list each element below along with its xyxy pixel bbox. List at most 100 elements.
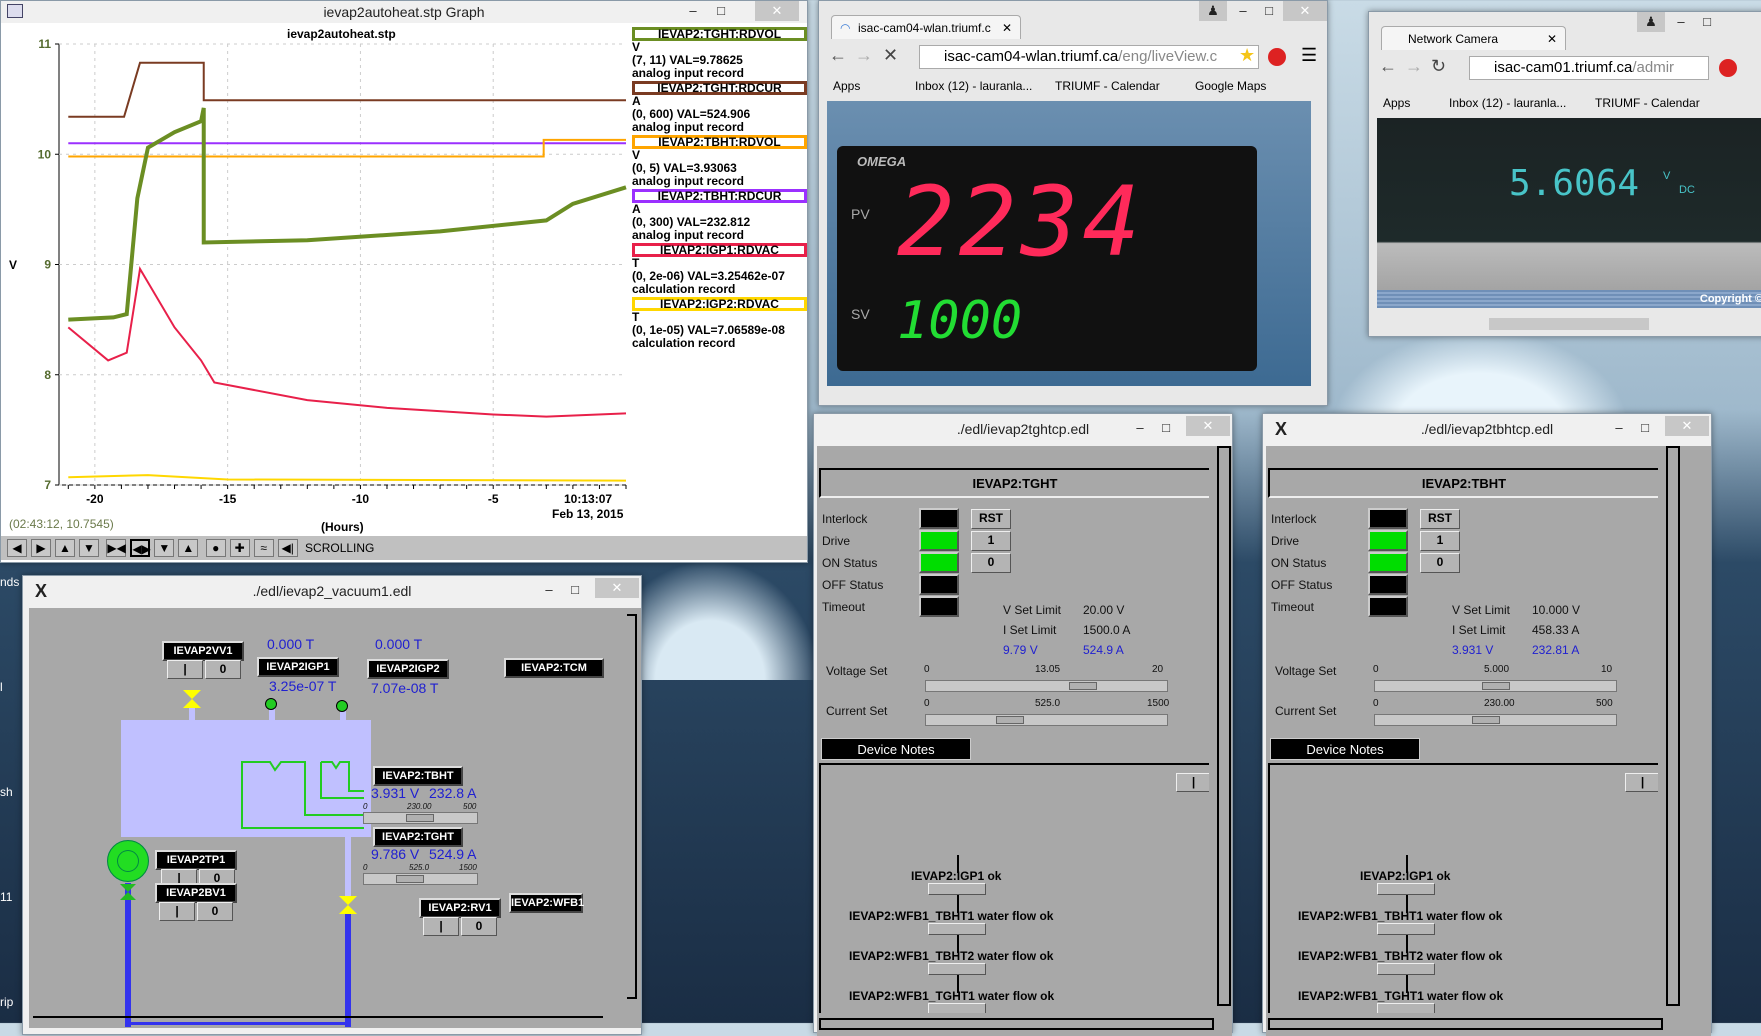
legend-entry[interactable]: IEVAP2:TBHT:RDCUR A (0, 300) VAL=232.812…	[632, 189, 807, 242]
vertical-scrollbar[interactable]	[1217, 446, 1231, 1006]
slider-thumb[interactable]	[1481, 682, 1510, 690]
bookmark-apps[interactable]: Apps	[833, 79, 860, 93]
address-bar[interactable]: isac-cam04-wlan.triumf.ca/eng/liveView.c	[919, 45, 1259, 69]
scroll-up-button[interactable]: ▲	[55, 539, 75, 557]
minimize-button[interactable]: –	[1605, 418, 1633, 438]
adblock-icon[interactable]	[1719, 59, 1737, 77]
back-icon[interactable]: ←	[829, 45, 847, 66]
refresh-button[interactable]: ≈	[253, 539, 274, 557]
legend-entry[interactable]: IEVAP2:TBHT:RDVOL V (0, 5) VAL=3.93063 a…	[632, 135, 807, 188]
notes-toggle-button[interactable]: |	[1625, 773, 1658, 792]
horizontal-scrollbar[interactable]	[33, 1016, 603, 1026]
maximize-button[interactable]: □	[561, 580, 589, 600]
valve-rv1-icon[interactable]	[339, 896, 357, 914]
bv1-open-button[interactable]: |	[159, 902, 195, 921]
legend-swatch[interactable]: IEVAP2:TBHT:RDVOL	[632, 135, 807, 149]
reset-button[interactable]: RST	[1420, 509, 1460, 529]
slider-thumb[interactable]	[1069, 682, 1098, 690]
drive-on-button[interactable]: 1	[971, 531, 1011, 551]
browser-tab[interactable]: Network Camera ✕	[1381, 26, 1566, 50]
horizontal-scrollbar[interactable]	[1268, 1018, 1663, 1030]
voltage-set-slider[interactable]	[925, 680, 1168, 692]
minimize-button[interactable]: –	[679, 1, 707, 21]
maximize-button[interactable]: □	[707, 1, 735, 21]
legend-swatch[interactable]: IEVAP2:TGHT:RDVOL	[632, 27, 807, 41]
slider-thumb[interactable]	[406, 814, 434, 822]
note-button[interactable]	[928, 963, 986, 975]
note-button[interactable]	[1377, 883, 1435, 895]
device-notes-button[interactable]: Device Notes	[1270, 738, 1420, 760]
forward-icon[interactable]: →	[1405, 56, 1423, 77]
valve-vv1-icon[interactable]	[183, 690, 201, 708]
legend-swatch[interactable]: IEVAP2:IGP1:RDVAC	[632, 243, 807, 257]
close-button[interactable]: ✕	[755, 1, 799, 21]
minimize-button[interactable]: –	[535, 580, 563, 600]
profile-button[interactable]: ♟	[1199, 1, 1227, 21]
close-button[interactable]: ✕	[1283, 1, 1327, 21]
back-icon[interactable]: ←	[1379, 56, 1397, 77]
pump-tp1-icon[interactable]	[107, 840, 149, 882]
note-button[interactable]	[928, 883, 986, 895]
horizontal-scrollbar[interactable]	[1489, 318, 1649, 330]
slider-thumb[interactable]	[996, 716, 1025, 724]
scroll-down-button[interactable]: ▼	[79, 539, 99, 557]
rv1-open-button[interactable]: |	[423, 917, 459, 936]
reset-button[interactable]: RST	[971, 509, 1011, 529]
profile-button[interactable]: ♟	[1637, 12, 1665, 32]
close-button[interactable]: ✕	[1186, 416, 1230, 436]
current-set-slider[interactable]	[1374, 714, 1617, 726]
address-bar[interactable]: isac-cam01.triumf.ca/admir	[1469, 56, 1709, 80]
drive-off-button[interactable]: 0	[1420, 553, 1460, 573]
tbht-slider[interactable]	[363, 812, 478, 824]
zoom-in-y-button[interactable]: ▼	[154, 539, 175, 557]
vv1-open-button[interactable]: |	[167, 660, 203, 679]
close-button[interactable]: ✕	[1665, 416, 1709, 436]
current-set-slider[interactable]	[925, 714, 1168, 726]
legend-entry[interactable]: IEVAP2:IGP2:RDVAC T (0, 1e-05) VAL=7.065…	[632, 297, 807, 350]
zoom-out-x-button[interactable]: ◀▶	[130, 539, 151, 557]
vertical-scrollbar[interactable]	[1666, 446, 1680, 1006]
vertical-scrollbar[interactable]	[627, 614, 637, 999]
zoom-out-y-button[interactable]: ▲	[178, 539, 199, 557]
legend-entry[interactable]: IEVAP2:TGHT:RDVOL V (7, 11) VAL=9.78625 …	[632, 27, 807, 80]
bookmark-apps[interactable]: Apps	[1383, 96, 1410, 110]
reload-icon[interactable]: ↻	[1431, 56, 1446, 77]
legend-swatch[interactable]: IEVAP2:TBHT:RDCUR	[632, 189, 807, 203]
note-button[interactable]	[1377, 1003, 1435, 1013]
horizontal-scrollbar[interactable]	[819, 1018, 1214, 1030]
legend-swatch[interactable]: IEVAP2:TGHT:RDCUR	[632, 81, 807, 95]
star-icon[interactable]: ★	[1239, 45, 1255, 66]
zoom-in-x-button[interactable]: ▶◀	[106, 539, 127, 557]
legend-entry[interactable]: IEVAP2:TGHT:RDCUR A (0, 600) VAL=524.906…	[632, 81, 807, 134]
valve-bv1-icon[interactable]	[120, 884, 136, 900]
vv1-close-button[interactable]: 0	[205, 660, 241, 679]
device-notes-button[interactable]: Device Notes	[821, 738, 971, 760]
reset-button[interactable]: ✚	[229, 539, 250, 557]
minimize-button[interactable]: –	[1126, 418, 1154, 438]
note-button[interactable]	[928, 923, 986, 935]
maximize-button[interactable]: □	[1152, 418, 1180, 438]
bookmark-calendar[interactable]: TRIUMF - Calendar	[1595, 96, 1700, 110]
notes-toggle-button[interactable]: |	[1176, 773, 1209, 792]
minimize-button[interactable]: –	[1229, 1, 1257, 21]
drive-on-button[interactable]: 1	[1420, 531, 1460, 551]
bookmark-calendar[interactable]: TRIUMF - Calendar	[1055, 79, 1160, 93]
maximize-button[interactable]: □	[1693, 12, 1721, 32]
scroll-left-button[interactable]: ◀	[7, 539, 27, 557]
forward-icon[interactable]: →	[855, 45, 873, 66]
maximize-button[interactable]: □	[1255, 1, 1283, 21]
note-button[interactable]	[928, 1003, 986, 1013]
stop-icon[interactable]: ✕	[883, 45, 898, 66]
bookmark-inbox[interactable]: Inbox (12) - lauranla...	[1449, 96, 1566, 110]
menu-icon[interactable]: ☰	[1301, 45, 1317, 66]
browser-tab[interactable]: isac-cam04-wlan.triumf.c ✕ ◠	[831, 15, 1021, 39]
scroll-right-button[interactable]: ▶	[31, 539, 51, 557]
slider-thumb[interactable]	[396, 875, 424, 883]
tght-slider[interactable]	[363, 873, 478, 885]
note-button[interactable]	[1377, 963, 1435, 975]
legend-swatch[interactable]: IEVAP2:IGP2:RDVAC	[632, 297, 807, 311]
close-button[interactable]: ✕	[595, 578, 639, 598]
rv1-close-button[interactable]: 0	[461, 917, 497, 936]
tab-close-icon[interactable]: ✕	[1547, 27, 1557, 51]
pan-last-button[interactable]: ◀|	[277, 539, 298, 557]
